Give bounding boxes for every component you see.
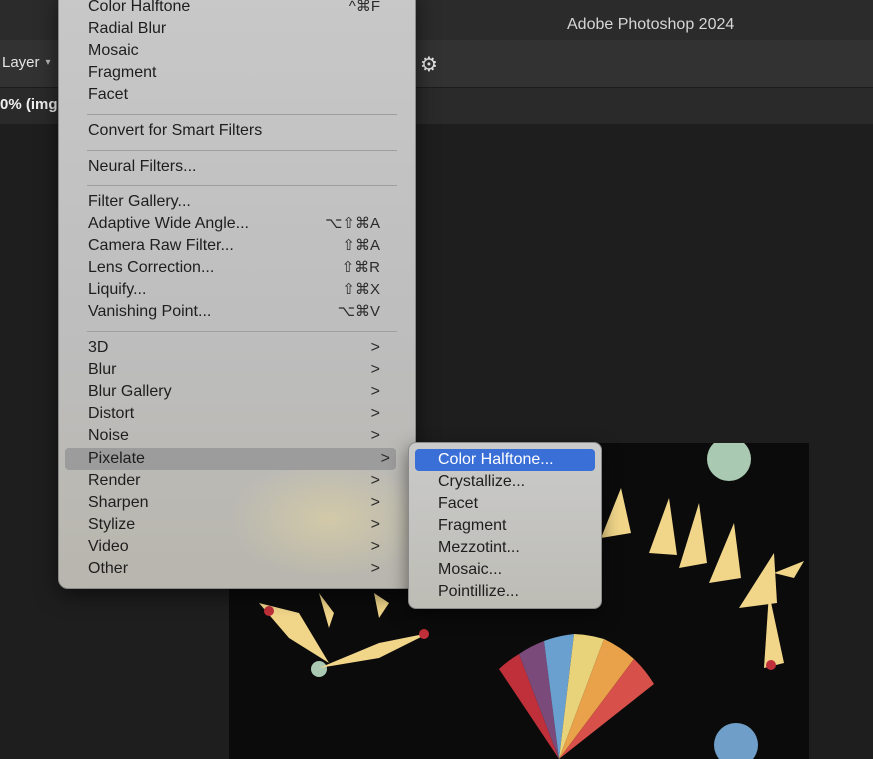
menu-item-shortcut: ⇧⌘R [341,259,380,276]
menu-item-pixelate[interactable]: Pixelate > [65,448,396,470]
menu-item-camera-raw-filter[interactable]: Camera Raw Filter... ⇧⌘A [88,235,380,257]
menu-item-label: Stylize [88,516,136,533]
menu-item-label: Other [88,560,129,577]
menu-item-shortcut: ⌥⇧⌘A [325,215,380,232]
chevron-right-icon: > [370,361,380,378]
menu-item-label: Fragment [88,64,157,81]
menu-item-stylize[interactable]: Stylize > [88,514,380,536]
menu-item-distort[interactable]: Distort > [88,403,380,425]
pixelate-submenu: Color Halftone... Crystallize... Facet F… [408,442,602,609]
layer-select-dropdown[interactable]: Layer ▾ [2,54,51,71]
filter-menu: Color Halftone ^⌘F Radial Blur Mosaic Fr… [58,0,429,589]
menu-item-liquify[interactable]: Liquify... ⇧⌘X [88,279,380,301]
menu-item-label: Liquify... [88,281,147,298]
document-tab[interactable]: 0% (img [0,96,58,113]
menu-separator [87,150,397,151]
menu-item-label: Distort [88,405,135,422]
menu-item-lens-correction[interactable]: Lens Correction... ⇧⌘R [88,257,380,279]
menu-separator [87,185,397,186]
menu-item-shortcut: ⌥⌘V [337,303,380,320]
menu-item-video[interactable]: Video > [88,536,380,558]
submenu-item-color-halftone[interactable]: Color Halftone... [415,449,595,471]
menu-separator [87,114,397,115]
menu-item-vanishing-point[interactable]: Vanishing Point... ⌥⌘V [88,301,380,323]
submenu-item-pointillize[interactable]: Pointillize... [438,581,519,603]
submenu-item-mezzotint[interactable]: Mezzotint... [438,537,520,559]
submenu-item-crystallize[interactable]: Crystallize... [438,471,525,493]
chevron-right-icon: > [370,560,380,577]
chevron-right-icon: > [370,538,380,555]
menu-item-neural-filters[interactable]: Neural Filters... [88,156,380,178]
app-title: Adobe Photoshop 2024 [567,16,735,33]
menu-item-noise[interactable]: Noise > [88,425,380,447]
chevron-right-icon: > [380,450,390,467]
chevron-down-icon: ▾ [45,57,51,68]
menu-item-label: Vanishing Point... [88,303,212,320]
chevron-right-icon: > [370,405,380,422]
menu-item-label: Radial Blur [88,20,167,37]
chevron-right-icon: > [370,516,380,533]
menu-item-adaptive-wide-angle[interactable]: Adaptive Wide Angle... ⌥⇧⌘A [88,213,380,235]
menu-item-filter-gallery[interactable]: Filter Gallery... [88,191,380,213]
menu-item-render[interactable]: Render > [88,470,380,492]
menu-item-shortcut: ⇧⌘X [342,281,380,298]
menu-item-label: Mosaic [88,42,139,59]
menu-separator [87,331,397,332]
menu-item-label: Convert for Smart Filters [88,122,263,139]
menu-item-3d[interactable]: 3D > [88,337,380,359]
menu-item-label: Blur Gallery [88,383,172,400]
menu-item-other[interactable]: Other > [88,558,380,580]
menu-item-shortcut: ⇧⌘A [342,237,380,254]
menu-item-radial-blur[interactable]: Radial Blur [88,18,380,40]
submenu-item-fragment[interactable]: Fragment [438,515,506,537]
submenu-item-mosaic[interactable]: Mosaic... [438,559,502,581]
gear-icon: ⚙ [420,54,438,76]
menu-item-label: Adaptive Wide Angle... [88,215,249,232]
menu-item-label: Lens Correction... [88,259,215,276]
submenu-item-facet[interactable]: Facet [438,493,478,515]
menu-item-label: Sharpen [88,494,149,511]
menu-item-label: Video [88,538,129,555]
menu-item-label: Render [88,472,141,489]
chevron-right-icon: > [370,383,380,400]
menu-item-label: Color Halftone [88,0,191,15]
menu-item-label: Filter Gallery... [88,193,191,210]
menu-item-label: 3D [88,339,109,356]
menu-item-shortcut: ^⌘F [348,0,380,15]
menu-item-label: Camera Raw Filter... [88,237,234,254]
chevron-right-icon: > [370,472,380,489]
chevron-right-icon: > [370,494,380,511]
menu-item-label: Facet [88,86,129,103]
menu-item-label: Pixelate [88,450,145,467]
layer-select-label: Layer [2,54,40,71]
menu-item-facet[interactable]: Facet [88,84,380,106]
menu-item-blur-gallery[interactable]: Blur Gallery > [88,381,380,403]
settings-gear-button[interactable]: ⚙ [420,52,438,77]
menu-item-fragment[interactable]: Fragment [88,62,380,84]
menu-item-sharpen[interactable]: Sharpen > [88,492,380,514]
chevron-right-icon: > [370,427,380,444]
menu-item-label: Blur [88,361,117,378]
menu-item-last-filter-color-halftone[interactable]: Color Halftone ^⌘F [88,0,380,18]
menu-item-mosaic[interactable]: Mosaic [88,40,380,62]
chevron-right-icon: > [370,339,380,356]
menu-item-convert-smart-filters[interactable]: Convert for Smart Filters [88,120,380,142]
menu-item-label: Neural Filters... [88,158,197,175]
menu-item-blur[interactable]: Blur > [88,359,380,381]
menu-item-label: Noise [88,427,129,444]
